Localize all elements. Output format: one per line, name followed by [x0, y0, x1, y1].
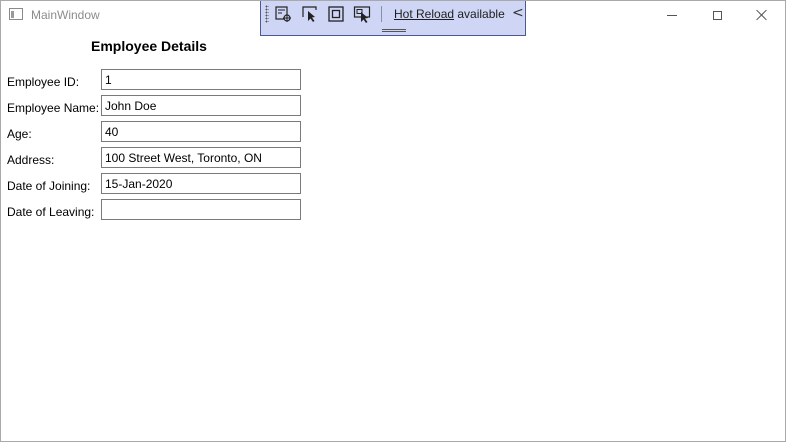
cursor-select-button[interactable] — [300, 4, 320, 24]
form-row-employee-id: Employee ID: 1 — [1, 69, 311, 93]
address-label: Address: — [7, 153, 55, 167]
form-row-date-of-leaving: Date of Leaving: — [1, 199, 311, 223]
form-row-date-of-joining: Date of Joining: 15-Jan-2020 — [1, 173, 311, 197]
maximize-button[interactable] — [694, 1, 740, 29]
date-of-leaving-field[interactable] — [101, 199, 301, 220]
employee-name-label: Employee Name: — [7, 101, 100, 115]
app-window-icon — [9, 8, 23, 20]
minimize-button[interactable] — [649, 1, 695, 29]
address-field[interactable]: 100 Street West, Toronto, ON — [101, 147, 301, 168]
main-window: MainWindow Hot Reload available < Employ… — [0, 0, 786, 442]
close-icon — [756, 9, 768, 21]
collapse-toolbar-chevron-icon[interactable]: < — [512, 5, 524, 21]
hot-reload-link[interactable]: Hot Reload — [394, 7, 454, 21]
form-row-employee-name: Employee Name: John Doe — [1, 95, 311, 119]
cursor-select-icon — [302, 6, 317, 22]
window-title: MainWindow — [31, 8, 100, 22]
hot-reload-toolbar: Hot Reload available < — [260, 1, 526, 36]
employee-name-field[interactable]: John Doe — [101, 95, 301, 116]
employee-id-field[interactable]: 1 — [101, 69, 301, 90]
display-layout-adorners-button[interactable] — [326, 4, 346, 24]
maximize-icon — [712, 10, 722, 20]
minimize-icon — [667, 14, 677, 16]
form-row-address: Address: 100 Street West, Toronto, ON — [1, 147, 311, 171]
toolbar-separator — [381, 6, 382, 22]
date-of-leaving-label: Date of Leaving: — [7, 205, 95, 219]
select-element-icon — [275, 6, 291, 22]
hot-reload-status-text: available — [454, 7, 505, 21]
toolbar-grip-handle[interactable] — [265, 5, 269, 23]
display-layout-adorners-icon — [328, 6, 344, 22]
page-title: Employee Details — [91, 38, 207, 54]
toolbar-drag-indicator — [382, 29, 406, 32]
hot-reload-status: Hot Reload available — [394, 6, 505, 22]
form-row-age: Age: 40 — [1, 121, 311, 145]
age-field[interactable]: 40 — [101, 121, 301, 142]
employee-id-label: Employee ID: — [7, 75, 80, 89]
track-focused-element-icon — [353, 6, 371, 23]
age-label: Age: — [7, 127, 32, 141]
date-of-joining-label: Date of Joining: — [7, 179, 91, 193]
track-focused-element-button[interactable] — [352, 4, 372, 24]
close-button[interactable] — [739, 1, 785, 29]
date-of-joining-field[interactable]: 15-Jan-2020 — [101, 173, 301, 194]
select-element-button[interactable] — [273, 4, 293, 24]
